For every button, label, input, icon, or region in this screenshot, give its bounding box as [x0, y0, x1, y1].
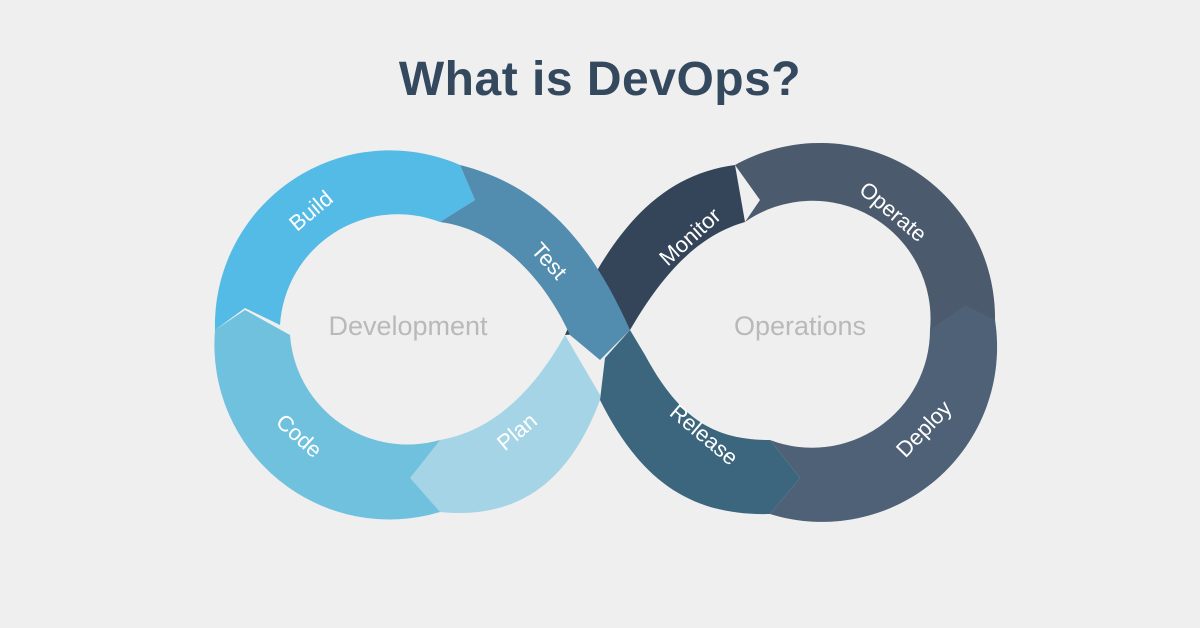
devops-infographic: What is DevOps? Build Test Code Plan Mon…	[0, 0, 1200, 628]
operate-segment	[735, 142, 996, 330]
loop-label-development: Development	[328, 311, 488, 341]
build-segment	[214, 150, 475, 330]
loop-label-operations: Operations	[734, 311, 866, 341]
code-segment	[214, 310, 440, 520]
devops-infinity-loop: Build Test Code Plan Monitor Operate Rel…	[214, 142, 998, 522]
plan-segment	[410, 335, 600, 514]
